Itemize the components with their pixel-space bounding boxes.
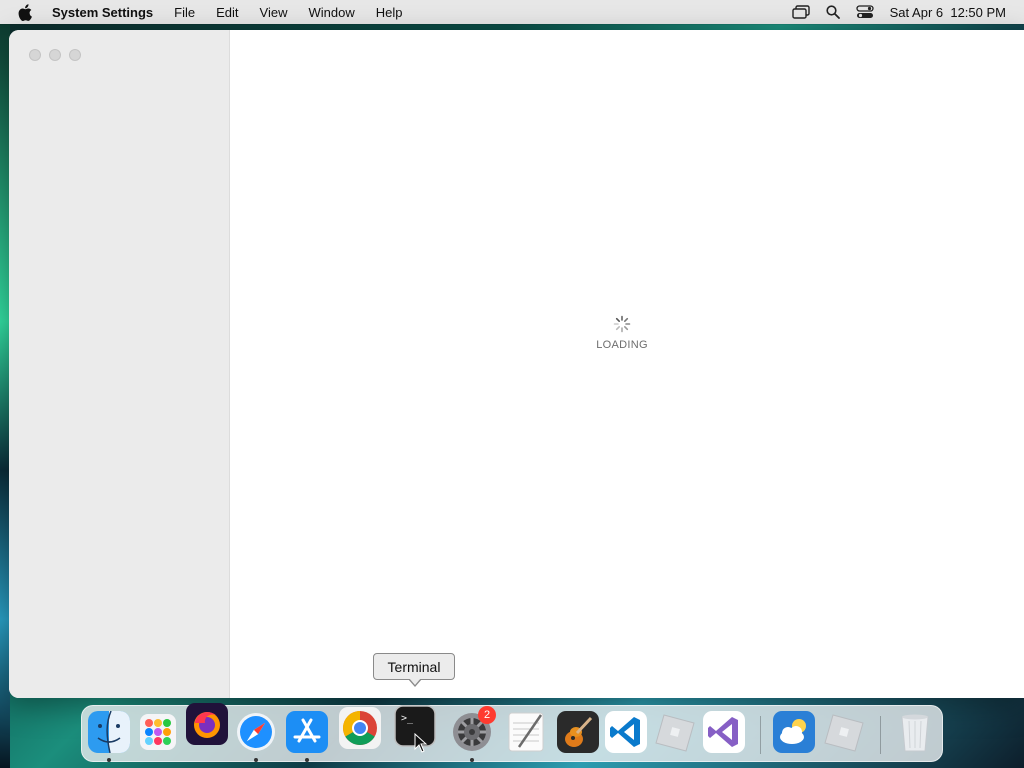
dock: >_ 2: [81, 702, 943, 763]
dock-item-visual-studio[interactable]: [700, 706, 748, 763]
minimize-button[interactable]: [49, 49, 61, 61]
finder-icon: [88, 711, 130, 753]
dock-tooltip: Terminal: [373, 653, 455, 687]
window-controls: [29, 49, 81, 61]
dock-item-trash[interactable]: [891, 706, 939, 763]
dock-item-chrome[interactable]: [336, 702, 384, 759]
loading-label: LOADING: [596, 339, 648, 351]
menu-window[interactable]: Window: [308, 5, 354, 20]
dock-item-launchpad[interactable]: [134, 706, 182, 763]
roblox-icon: [655, 714, 695, 752]
weather-icon: [773, 711, 815, 753]
menu-view[interactable]: View: [260, 5, 288, 20]
mouse-cursor-icon: [414, 733, 428, 753]
safari-icon: [237, 713, 275, 751]
textedit-icon: [508, 712, 544, 752]
launchpad-icon: [140, 714, 176, 750]
dock-item-safari[interactable]: [232, 706, 280, 763]
dock-separator: [760, 716, 761, 754]
system-settings-window: [9, 30, 1024, 698]
close-button[interactable]: [29, 49, 41, 61]
running-indicator: [305, 758, 309, 762]
svg-text:>_: >_: [401, 713, 414, 724]
running-indicator: [470, 758, 474, 762]
menu-file[interactable]: File: [174, 5, 195, 20]
trash-icon: [901, 714, 929, 752]
running-indicator: [107, 758, 111, 762]
apple-menu-icon[interactable]: [18, 3, 36, 21]
dock-separator: [880, 716, 881, 754]
dock-item-textedit[interactable]: [502, 706, 550, 763]
loading-spinner-icon: [613, 315, 631, 333]
dock-item-finder[interactable]: [85, 706, 133, 763]
garageband-icon: [557, 711, 599, 753]
search-icon[interactable]: [826, 5, 840, 19]
dock-item-roblox-studio[interactable]: [820, 706, 868, 763]
dock-item-app-store[interactable]: [283, 706, 331, 763]
running-indicator: [254, 758, 258, 762]
status-area: Sat Apr 6 12:50 PM: [791, 0, 1006, 24]
menu-help[interactable]: Help: [376, 5, 403, 20]
visual-studio-icon: [703, 711, 745, 753]
vscode-icon: [605, 711, 647, 753]
screen-mirroring-icon[interactable]: [791, 5, 810, 19]
dock-item-roblox[interactable]: [651, 706, 699, 763]
dock-item-vscode[interactable]: [602, 706, 650, 763]
zoom-button[interactable]: [69, 49, 81, 61]
control-center-icon[interactable]: [855, 5, 874, 19]
clock[interactable]: Sat Apr 6 12:50 PM: [890, 5, 1006, 20]
tooltip-label: Terminal: [387, 658, 441, 675]
menu-bar: System Settings File Edit View Window He…: [0, 0, 1024, 24]
dock-item-garageband[interactable]: [554, 706, 602, 763]
firefox-icon: [186, 703, 228, 745]
dock-item-weather[interactable]: [770, 706, 818, 763]
settings-content-pane: [230, 30, 1024, 698]
menu-edit[interactable]: Edit: [216, 5, 238, 20]
chrome-icon: [339, 707, 381, 749]
app-name-menu[interactable]: System Settings: [52, 5, 153, 20]
notification-badge: 2: [478, 706, 496, 724]
roblox-studio-icon: [824, 714, 864, 752]
sidebar: [9, 30, 230, 698]
app-store-icon: [286, 711, 328, 753]
dock-item-firefox[interactable]: [183, 698, 231, 755]
dock-item-system-settings[interactable]: 2: [448, 706, 496, 763]
